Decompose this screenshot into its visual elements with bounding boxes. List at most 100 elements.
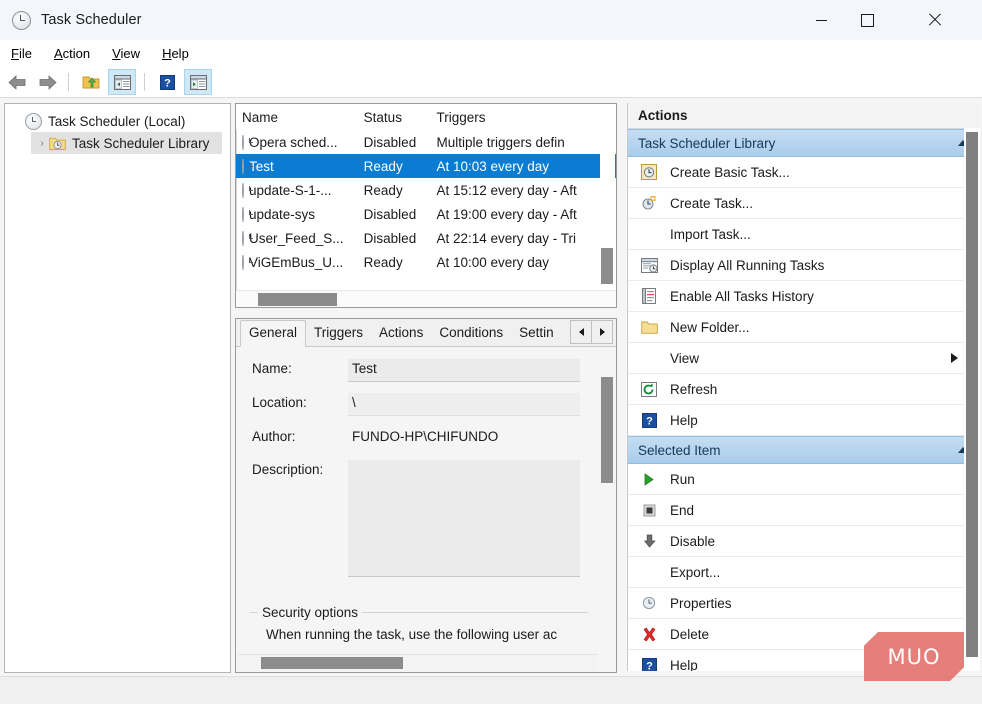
tab-triggers[interactable]: Triggers bbox=[306, 321, 371, 346]
actions-vertical-scrollbar[interactable] bbox=[964, 128, 980, 671]
task-row[interactable]: ViGEmBus_U... Ready At 10:00 every day bbox=[236, 250, 616, 274]
action-label: Disable bbox=[670, 534, 715, 549]
disable-icon bbox=[638, 534, 660, 548]
run-icon bbox=[638, 473, 660, 486]
task-status: Ready bbox=[364, 255, 437, 270]
clock-icon bbox=[242, 183, 244, 198]
column-header-status[interactable]: Status bbox=[364, 110, 437, 125]
back-arrow-icon[interactable] bbox=[4, 70, 30, 94]
task-triggers: At 10:00 every day bbox=[436, 255, 616, 270]
tree-node-task-scheduler-local[interactable]: Task Scheduler (Local) bbox=[5, 110, 230, 132]
menu-help[interactable]: Help bbox=[151, 43, 200, 64]
action-label: Refresh bbox=[670, 382, 717, 397]
action-run[interactable]: Run bbox=[628, 464, 980, 495]
window-title: Task Scheduler bbox=[41, 12, 142, 28]
task-scheduler-clock-icon bbox=[12, 11, 31, 30]
scrollbar-thumb[interactable] bbox=[258, 293, 337, 306]
field-description: Description: bbox=[236, 460, 616, 577]
action-label: Display All Running Tasks bbox=[670, 258, 824, 273]
actions-group-header-library[interactable]: Task Scheduler Library bbox=[628, 129, 980, 157]
tree-node-task-scheduler-library[interactable]: › Task Scheduler Library bbox=[31, 132, 222, 154]
toolbar-separator bbox=[68, 73, 69, 91]
toolbar: ? bbox=[0, 67, 982, 98]
scrollbar-thumb[interactable] bbox=[601, 248, 613, 284]
field-value-description[interactable] bbox=[348, 460, 580, 577]
action-end[interactable]: End bbox=[628, 495, 980, 526]
column-header-name[interactable]: Name bbox=[242, 110, 364, 125]
action-label: Create Basic Task... bbox=[670, 165, 790, 180]
task-triggers: At 10:03 every day bbox=[436, 159, 616, 174]
tab-actions[interactable]: Actions bbox=[371, 321, 431, 346]
action-new-folder[interactable]: New Folder... bbox=[628, 312, 980, 343]
details-horizontal-scrollbar[interactable] bbox=[237, 654, 598, 671]
tab-scroll-right-button[interactable] bbox=[591, 320, 613, 344]
minimize-button[interactable] bbox=[798, 0, 844, 40]
action-label: Help bbox=[670, 658, 698, 672]
tab-settings[interactable]: Settin bbox=[511, 321, 557, 346]
show-hide-console-tree-icon[interactable] bbox=[108, 69, 136, 95]
scrollbar-thumb[interactable] bbox=[601, 377, 613, 483]
action-label: Help bbox=[670, 413, 698, 428]
field-value-name[interactable]: Test bbox=[348, 359, 580, 382]
details-tab-strip: General Triggers Actions Conditions Sett… bbox=[236, 319, 616, 347]
action-disable[interactable]: Disable bbox=[628, 526, 980, 557]
task-list-vertical-scrollbar[interactable] bbox=[600, 130, 615, 306]
folder-clock-icon bbox=[49, 136, 66, 151]
up-folder-icon[interactable] bbox=[78, 70, 104, 94]
close-button[interactable] bbox=[912, 0, 958, 40]
task-triggers: At 22:14 every day - Tri bbox=[436, 231, 616, 246]
action-enable-all-tasks-history[interactable]: Enable All Tasks History bbox=[628, 281, 980, 312]
clock-icon bbox=[242, 135, 244, 150]
action-help[interactable]: ? Help bbox=[628, 405, 980, 436]
action-import-task[interactable]: Import Task... bbox=[628, 219, 980, 250]
action-export[interactable]: Export... bbox=[628, 557, 980, 588]
task-row[interactable]: User_Feed_S... Disabled At 22:14 every d… bbox=[236, 226, 616, 250]
actions-pane-title: Actions bbox=[628, 103, 980, 129]
end-icon bbox=[638, 504, 660, 517]
chevron-right-icon[interactable]: › bbox=[35, 138, 49, 149]
forward-arrow-icon[interactable] bbox=[34, 70, 60, 94]
field-value-location: \ bbox=[348, 393, 580, 416]
task-row-selected[interactable]: Test Ready At 10:03 every day bbox=[236, 154, 616, 178]
tree-node-label: Task Scheduler Library bbox=[72, 136, 209, 151]
details-vertical-scrollbar[interactable] bbox=[600, 375, 615, 673]
field-author: Author: FUNDO-HP\CHIFUNDO bbox=[236, 427, 616, 449]
security-options-text: When running the task, use the following… bbox=[250, 627, 588, 642]
tasks-history-icon bbox=[638, 288, 660, 304]
task-status: Disabled bbox=[364, 231, 437, 246]
tab-conditions[interactable]: Conditions bbox=[431, 321, 511, 346]
security-options-group: Security options When running the task, … bbox=[250, 603, 588, 642]
task-name: ViGEmBus_U... bbox=[249, 255, 343, 270]
tab-scroll-left-button[interactable] bbox=[570, 320, 592, 344]
action-properties[interactable]: Properties bbox=[628, 588, 980, 619]
menu-file[interactable]: File bbox=[0, 43, 43, 64]
task-row[interactable]: update-S-1-... Ready At 15:12 every day … bbox=[236, 178, 616, 202]
help-icon: ? bbox=[638, 413, 660, 428]
action-view[interactable]: View bbox=[628, 343, 980, 374]
action-create-task[interactable]: Create Task... bbox=[628, 188, 980, 219]
action-refresh[interactable]: Refresh bbox=[628, 374, 980, 405]
action-create-basic-task[interactable]: Create Basic Task... bbox=[628, 157, 980, 188]
triangle-left-icon bbox=[579, 328, 584, 336]
show-hide-action-pane-icon[interactable] bbox=[184, 69, 212, 95]
task-list-horizontal-scrollbar[interactable] bbox=[236, 290, 616, 308]
task-scheduler-window: Task Scheduler File Action View Help bbox=[0, 0, 982, 704]
svg-text:?: ? bbox=[646, 660, 653, 671]
task-row[interactable]: Opera sched... Disabled Multiple trigger… bbox=[236, 130, 616, 154]
task-row[interactable]: update-sys Disabled At 19:00 every day -… bbox=[236, 202, 616, 226]
tab-general[interactable]: General bbox=[240, 320, 306, 347]
action-display-all-running-tasks[interactable]: Display All Running Tasks bbox=[628, 250, 980, 281]
menu-view[interactable]: View bbox=[101, 43, 151, 64]
field-location: Location: \ bbox=[236, 393, 616, 416]
maximize-button[interactable] bbox=[844, 0, 890, 40]
column-header-triggers[interactable]: Triggers bbox=[436, 110, 616, 125]
actions-group-header-selected-item[interactable]: Selected Item bbox=[628, 436, 980, 464]
security-options-title: Security options bbox=[258, 605, 362, 620]
task-list-header: Name Status Triggers bbox=[236, 104, 616, 130]
scrollbar-thumb[interactable] bbox=[261, 657, 403, 669]
help-icon[interactable]: ? bbox=[154, 70, 180, 94]
task-status: Disabled bbox=[364, 207, 437, 222]
menu-action[interactable]: Action bbox=[43, 43, 101, 64]
create-task-icon bbox=[638, 195, 660, 211]
scrollbar-thumb[interactable] bbox=[966, 132, 978, 657]
